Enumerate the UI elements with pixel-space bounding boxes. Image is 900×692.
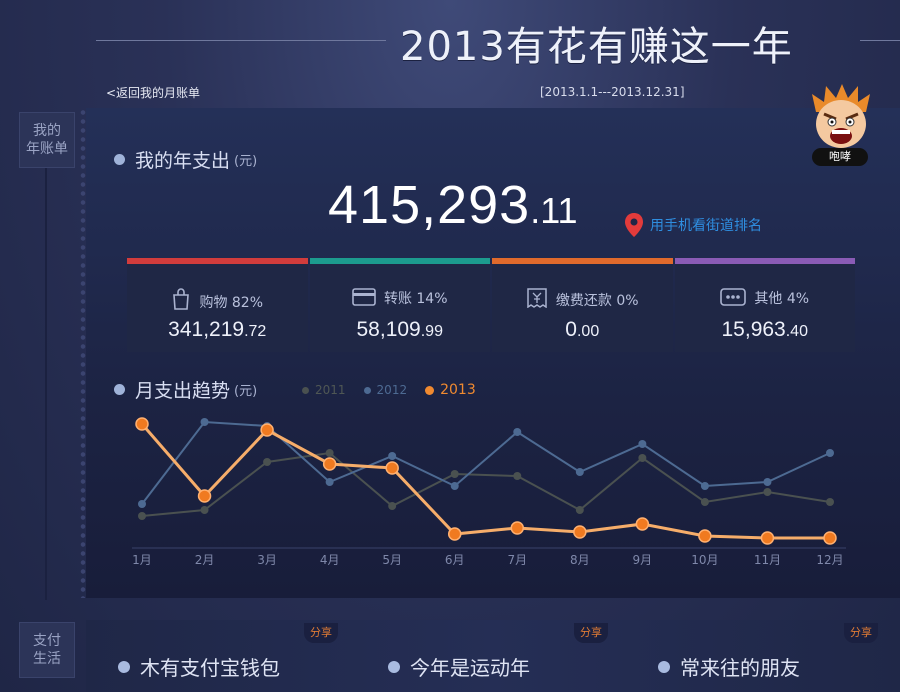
data-point-2013[interactable] [573, 525, 587, 539]
life-item-label: 今年是运动年 [410, 656, 530, 680]
data-point-2011[interactable] [325, 449, 334, 457]
x-tick-label: 9月 [633, 553, 653, 567]
data-point-2013[interactable] [135, 417, 149, 431]
data-point-2011[interactable] [763, 488, 772, 496]
x-tick-label: 5月 [382, 553, 402, 567]
data-point-2012[interactable] [575, 468, 584, 476]
data-point-2012[interactable] [513, 428, 522, 436]
data-point-2012[interactable] [200, 418, 209, 426]
data-point-2011[interactable] [575, 506, 584, 514]
life-item-sports-year[interactable]: 今年是运动年 [388, 652, 530, 681]
bullet-dot [388, 660, 400, 673]
payment-life-tab-label: 支付 生活 [33, 633, 61, 667]
life-item-no-wallet[interactable]: 木有支付宝钱包 [118, 652, 280, 681]
bullet-dot [118, 660, 130, 673]
data-point-2012[interactable] [638, 440, 647, 448]
data-point-2012[interactable] [388, 452, 397, 460]
data-point-2011[interactable] [700, 498, 709, 506]
x-tick-label: 8月 [570, 553, 590, 567]
data-point-2012[interactable] [325, 478, 334, 486]
data-point-2011[interactable] [826, 498, 834, 506]
payment-life-tab[interactable]: 支付 生活 [19, 622, 75, 678]
x-tick-label: 7月 [507, 553, 527, 567]
data-point-2011[interactable] [263, 458, 272, 466]
share-button[interactable]: 分享 [574, 623, 608, 643]
data-point-2013[interactable] [698, 529, 712, 543]
data-point-2011[interactable] [138, 512, 146, 520]
data-point-2012[interactable] [763, 478, 772, 486]
data-point-2013[interactable] [322, 457, 337, 471]
data-point-2012[interactable] [138, 500, 146, 508]
data-point-2011[interactable] [388, 502, 397, 510]
data-point-2012[interactable] [826, 449, 834, 457]
data-point-2011[interactable] [513, 472, 522, 480]
x-tick-label: 12月 [816, 553, 843, 567]
bullet-dot [658, 660, 670, 673]
data-point-2013[interactable] [510, 521, 525, 535]
series-line-2013 [140, 423, 830, 540]
share-button[interactable]: 分享 [844, 623, 878, 643]
life-item-label: 常来往的朋友 [680, 656, 800, 680]
x-tick-label: 2月 [195, 553, 215, 567]
life-item-frequent-friends[interactable]: 常来往的朋友 [658, 652, 800, 681]
data-point-2013[interactable] [447, 527, 462, 541]
data-point-2011[interactable] [638, 454, 647, 462]
data-point-2013[interactable] [635, 517, 650, 531]
x-tick-label: 4月 [320, 553, 340, 567]
monthly-trend-chart: 1月 2月 3月 4月 5月 6月 7月 8月 9月 10月 11月 12月 [132, 417, 846, 567]
x-tick-label: 6月 [445, 553, 465, 567]
x-tick-label: 11月 [754, 553, 781, 567]
data-point-2013[interactable] [385, 461, 399, 475]
data-point-2011[interactable] [450, 470, 459, 478]
data-point-2013[interactable] [760, 531, 775, 545]
data-point-2012[interactable] [700, 482, 709, 490]
x-tick-label: 10月 [691, 553, 718, 567]
share-button[interactable]: 分享 [304, 623, 338, 643]
data-point-2013[interactable] [197, 489, 212, 503]
life-item-label: 木有支付宝钱包 [140, 656, 280, 680]
data-point-2013[interactable] [260, 423, 274, 437]
series-line-2012 [141, 420, 831, 505]
x-tick-label: 3月 [257, 553, 277, 567]
data-point-2012[interactable] [450, 482, 459, 490]
data-point-2013[interactable] [823, 531, 837, 545]
data-point-2011[interactable] [200, 506, 209, 514]
x-tick-label: 1月 [132, 553, 152, 567]
